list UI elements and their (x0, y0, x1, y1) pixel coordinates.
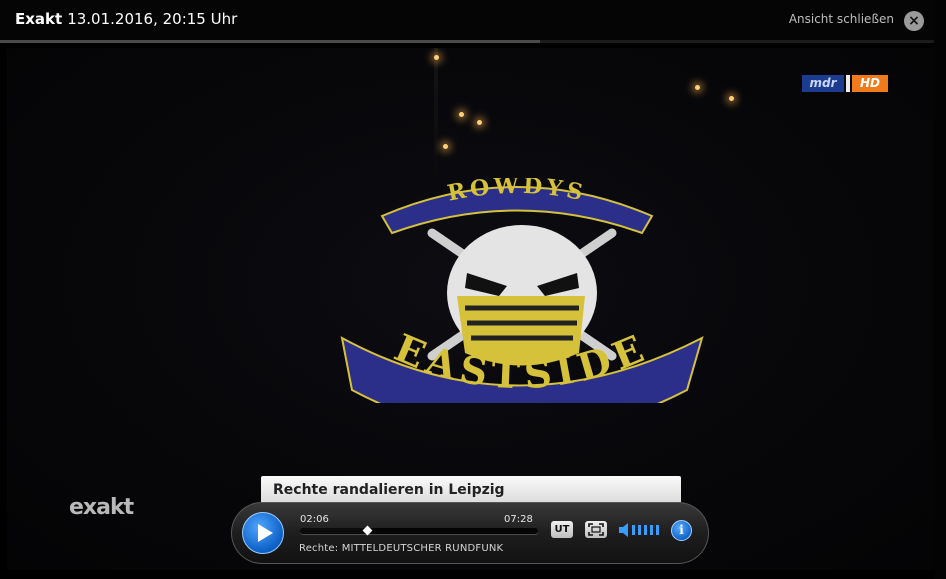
street-light (695, 85, 700, 90)
mdr-logo-text: mdr (802, 75, 844, 92)
channel-logo: mdr HD (802, 75, 888, 92)
title-divider (0, 40, 946, 43)
exakt-logo: exakt (69, 495, 134, 520)
fullscreen-button[interactable] (585, 521, 607, 538)
street-light (459, 112, 464, 117)
current-time: 02:06 (300, 514, 329, 525)
title-divider-highlight (0, 40, 540, 43)
subtitles-button[interactable]: UT (551, 521, 573, 538)
title-bar: Exakt 13.01.2016, 20:15 Uhr Ansicht schli… (0, 0, 946, 40)
progress-fill (300, 528, 367, 534)
rights-text: Rechte: MITTELDEUTSCHER RUNDFUNK (299, 543, 504, 554)
street-light (477, 120, 482, 125)
caption-text: Rechte randalieren in Leipzig (273, 482, 505, 498)
logo-separator (846, 75, 850, 92)
fullscreen-icon (588, 523, 604, 536)
program-name: Exakt (15, 10, 63, 28)
close-icon[interactable]: × (904, 11, 924, 31)
progress-bar[interactable] (300, 525, 538, 536)
volume-control[interactable] (618, 522, 662, 538)
close-view-link[interactable]: Ansicht schließen (789, 12, 894, 26)
player-controls: 02:06 07:28 Rechte: MITTELDEUTSCHER RUND… (231, 502, 709, 564)
street-pole (434, 48, 438, 188)
street-light (729, 96, 734, 101)
street-light (434, 55, 439, 60)
play-icon (258, 524, 273, 542)
page-title: Exakt 13.01.2016, 20:15 Uhr (15, 10, 237, 28)
play-button[interactable] (242, 512, 284, 554)
street-light (443, 144, 448, 149)
hd-badge: HD (852, 75, 888, 92)
rowdys-eastside-emblem: ROWDYS EASTSIDE (340, 178, 704, 403)
volume-icon (619, 523, 659, 537)
right-edge (934, 0, 946, 579)
broadcast-datetime: 13.01.2016, 20:15 Uhr (67, 10, 238, 28)
info-button[interactable]: i (671, 520, 692, 541)
total-time: 07:28 (504, 514, 533, 525)
